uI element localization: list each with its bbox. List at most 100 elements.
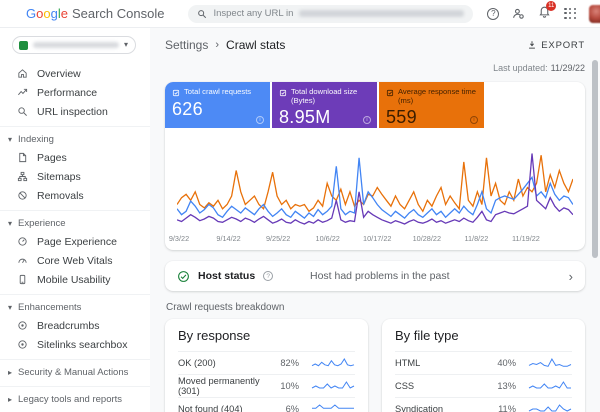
row-css[interactable]: CSS 13%: [395, 374, 572, 397]
row-not-found-404[interactable]: Not found (404) 6%: [178, 397, 355, 412]
breadcrumb-settings-link[interactable]: Settings: [165, 38, 208, 52]
user-settings-icon[interactable]: [512, 7, 525, 20]
section-label: Legacy tools and reports: [18, 394, 122, 405]
sidebar-item-sitelinks-searchbox[interactable]: Sitelinks searchbox: [0, 335, 150, 354]
notifications-bell-icon[interactable]: 11: [538, 5, 551, 23]
row-syndication[interactable]: Syndication 11%: [395, 397, 572, 412]
sidebar-item-label: Page Experience: [37, 236, 117, 248]
divider: [0, 359, 150, 360]
row-label: CSS: [395, 381, 488, 391]
sidebar-item-url-inspection[interactable]: URL inspection: [0, 102, 150, 121]
help-icon[interactable]: ?: [263, 271, 273, 281]
speedometer-icon: [17, 255, 28, 266]
url-inspection-search[interactable]: Inspect any URL in: [188, 5, 473, 23]
sidebar-item-core-web-vitals[interactable]: Core Web Vitals: [0, 251, 150, 270]
performance-chart-icon: [17, 87, 28, 98]
tile-label: Total crawl requests: [184, 88, 251, 97]
info-icon[interactable]: i: [363, 116, 371, 124]
section-label: Indexing: [18, 134, 54, 145]
sidebar-item-pages[interactable]: Pages: [0, 148, 150, 167]
divider: [0, 386, 150, 387]
sparkline-chart: [528, 402, 572, 412]
row-percent: 40%: [488, 358, 516, 368]
divider: [0, 294, 150, 295]
sidebar-item-label: Sitemaps: [37, 171, 81, 183]
tile-total-crawl-requests[interactable]: Total crawl requests 626 i: [165, 82, 270, 128]
breakdown-section-label: Crawl requests breakdown: [166, 302, 585, 313]
sidebar-nav: ▾ Overview Performance URL inspection ▾ …: [0, 28, 150, 412]
enhancement-target-icon: [17, 339, 28, 350]
crawl-stats-chart-card: Total crawl requests 626 i Total downloa…: [165, 82, 585, 250]
apps-grid-icon[interactable]: [564, 8, 576, 20]
row-percent: 11%: [488, 404, 516, 412]
sidebar-section-security-manual-actions[interactable]: ▸ Security & Manual Actions: [0, 364, 150, 381]
sidebar-item-breadcrumbs[interactable]: Breadcrumbs: [0, 316, 150, 335]
row-label: Not found (404): [178, 404, 271, 412]
sidebar-item-sitemaps[interactable]: Sitemaps: [0, 167, 150, 186]
x-tick-label: 9/3/22: [169, 234, 189, 243]
tile-value: 626: [172, 99, 263, 120]
sparkline-chart: [311, 402, 355, 412]
sidebar-item-page-experience[interactable]: Page Experience: [0, 232, 150, 251]
sidebar-item-performance[interactable]: Performance: [0, 83, 150, 102]
tile-total-download-size[interactable]: Total download size (Bytes) 8.95M i: [272, 82, 377, 128]
sidebar-item-overview[interactable]: Overview: [0, 64, 150, 83]
section-label: Security & Manual Actions: [18, 367, 128, 378]
x-tick-label: 9/25/22: [266, 234, 290, 243]
sidebar-item-mobile-usability[interactable]: Mobile Usability: [0, 270, 150, 289]
line-chart-canvas: [177, 140, 573, 232]
tile-value: 8.95M: [279, 107, 370, 128]
info-icon[interactable]: i: [256, 116, 264, 124]
export-label: EXPORT: [541, 40, 585, 51]
property-icon: [19, 41, 28, 50]
caret-right-icon: ▸: [8, 369, 12, 377]
home-icon: [17, 68, 28, 79]
caret-down-icon: ▾: [8, 304, 12, 312]
chevron-down-icon: ▾: [124, 41, 128, 49]
redacted-property-url: [299, 10, 464, 17]
sidebar-section-enhancements[interactable]: ▾ Enhancements: [0, 299, 150, 316]
tile-average-response-time[interactable]: Average response time (ms) 559 i: [379, 82, 484, 128]
main-content: Settings › Crawl stats EXPORT Last updat…: [150, 28, 600, 412]
crawl-trend-chart: 9/3/22 9/14/22 9/25/22 10/6/22 10/17/22 …: [165, 128, 585, 250]
row-label: Moved permanently (301): [178, 376, 271, 396]
scrollbar-thumb[interactable]: [592, 60, 598, 258]
app-logo[interactable]: Google Search Console: [26, 6, 164, 21]
sidebar-item-label: Overview: [37, 68, 81, 80]
property-selector[interactable]: ▾: [12, 36, 136, 54]
export-button[interactable]: EXPORT: [527, 40, 585, 51]
google-wordmark: Google: [26, 6, 68, 21]
row-label: HTML: [395, 358, 488, 368]
document-icon: [17, 152, 28, 163]
row-moved-301[interactable]: Moved permanently (301) 10%: [178, 374, 355, 397]
row-percent: 6%: [271, 404, 299, 412]
tile-label: Total download size (Bytes): [291, 88, 370, 105]
by-response-card: By response OK (200) 82% Moved permanent…: [165, 319, 368, 412]
search-icon: [197, 9, 207, 19]
row-ok-200[interactable]: OK (200) 82%: [178, 351, 355, 374]
host-status-row[interactable]: Host status ? Host had problems in the p…: [165, 261, 585, 291]
enhancement-target-icon: [17, 320, 28, 331]
help-icon[interactable]: ?: [487, 8, 499, 20]
breadcrumb: Settings › Crawl stats EXPORT: [165, 35, 585, 55]
page-title: Crawl stats: [226, 38, 285, 52]
sidebar-section-legacy-tools[interactable]: ▸ Legacy tools and reports: [0, 391, 150, 408]
x-tick-label: 10/6/22: [316, 234, 340, 243]
sidebar-item-label: Mobile Usability: [37, 274, 111, 286]
sparkline-chart: [311, 356, 355, 370]
sparkline-chart: [311, 379, 355, 393]
info-icon[interactable]: i: [470, 116, 478, 124]
row-label: OK (200): [178, 358, 271, 368]
last-updated-label: Last updated:: [493, 63, 548, 73]
row-html[interactable]: HTML 40%: [395, 351, 572, 374]
sidebar-item-removals[interactable]: Removals: [0, 186, 150, 205]
host-status-message: Host had problems in the past: [310, 270, 450, 282]
sidebar-section-indexing[interactable]: ▾ Indexing: [0, 131, 150, 148]
download-icon: [527, 40, 537, 50]
sidebar-section-experience[interactable]: ▾ Experience: [0, 215, 150, 232]
profile-avatar[interactable]: [589, 5, 600, 23]
x-tick-label: 10/17/22: [363, 234, 391, 243]
app-title: Search Console: [72, 6, 165, 21]
by-file-type-card: By file type HTML 40% CSS 13% Syndicatio…: [382, 319, 585, 412]
blocked-icon: [17, 190, 28, 201]
